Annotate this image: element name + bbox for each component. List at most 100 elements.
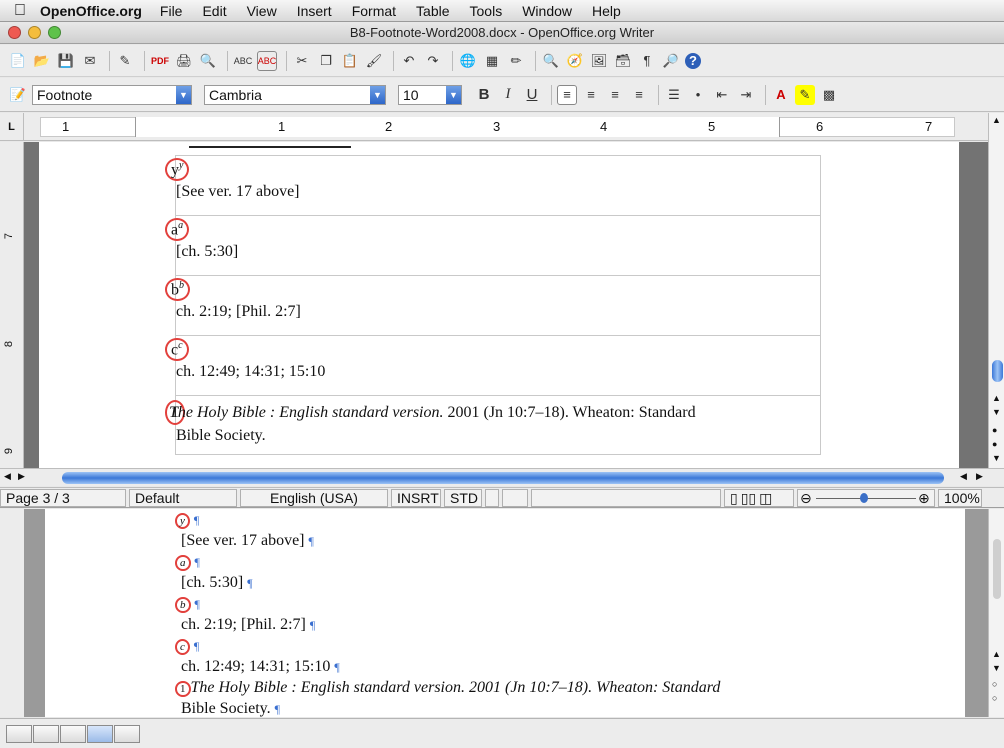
data-sources-icon[interactable]: 🗃 bbox=[613, 51, 633, 71]
book-view-icon[interactable]: ◫ bbox=[759, 490, 772, 506]
font-name-select[interactable]: Cambria ▼ bbox=[204, 84, 386, 105]
chevron-down-icon[interactable]: ▼ bbox=[446, 85, 461, 104]
clone-formatting-icon[interactable]: 🖌 bbox=[364, 51, 384, 71]
single-page-icon[interactable]: ▯ bbox=[730, 490, 738, 506]
zoom-level[interactable]: 100% bbox=[938, 488, 982, 507]
scroll-down-icon[interactable]: ▼ bbox=[992, 663, 1001, 673]
open-icon[interactable]: 📂 bbox=[32, 51, 52, 71]
apple-icon[interactable]:  bbox=[0, 2, 40, 20]
insert-mode[interactable]: INSRT bbox=[391, 488, 441, 507]
footnote-entry[interactable]: 1The Holy Bible : English standard versi… bbox=[165, 396, 820, 454]
page-style[interactable]: Default bbox=[129, 488, 237, 507]
scroll-left-icon[interactable]: ◀ bbox=[4, 471, 11, 482]
menu-help[interactable]: Help bbox=[592, 3, 621, 19]
zoom-knob[interactable] bbox=[860, 492, 868, 503]
previous-page-icon[interactable]: ○ bbox=[992, 679, 997, 689]
page-indicator[interactable]: Page 3 / 3 bbox=[0, 488, 126, 507]
footnote-entry[interactable]: aa [ch. 5:30] bbox=[165, 216, 820, 276]
document-view[interactable]: yy [See ver. 17 above] aa [ch. 5:30] bb … bbox=[24, 142, 988, 468]
hyperlink-icon[interactable]: 🌐 bbox=[458, 51, 478, 71]
selection-mode[interactable]: STD bbox=[444, 488, 482, 507]
undo-icon[interactable]: ↶ bbox=[399, 51, 419, 71]
horizontal-ruler[interactable]: L 1 1 2 3 4 5 6 7 bbox=[0, 113, 1004, 141]
chevron-down-icon[interactable]: ▼ bbox=[176, 85, 191, 104]
minimize-window-button[interactable] bbox=[28, 26, 41, 39]
menu-insert[interactable]: Insert bbox=[297, 3, 332, 19]
copy-icon[interactable]: ❐ bbox=[316, 51, 336, 71]
zoom-icon[interactable]: 🔎 bbox=[661, 51, 681, 71]
publishing-view-button[interactable] bbox=[60, 724, 86, 743]
page-preview-icon[interactable]: 🔍 bbox=[198, 51, 218, 71]
scroll-right-icon[interactable]: ▶ bbox=[976, 471, 983, 482]
hyperlink-mode[interactable] bbox=[485, 488, 499, 507]
paragraph-style-select[interactable]: Footnote ▼ bbox=[32, 84, 192, 105]
scroll-thumb[interactable] bbox=[993, 539, 1001, 599]
horizontal-scrollbar[interactable]: ◀ ▶ ◀ ▶ bbox=[0, 468, 1004, 486]
outline-view-button[interactable] bbox=[33, 724, 59, 743]
numbering-icon[interactable]: ☰ bbox=[664, 85, 684, 105]
scroll-up-icon[interactable]: ▲ bbox=[992, 393, 1001, 403]
edit-file-icon[interactable]: ✎ bbox=[115, 51, 135, 71]
tab-stop-selector[interactable]: L bbox=[0, 113, 24, 141]
redo-icon[interactable]: ↷ bbox=[423, 51, 443, 71]
styles-formatting-icon[interactable]: 📝 bbox=[8, 85, 28, 105]
document-page[interactable]: y ¶ [See ver. 17 above] ¶ a ¶ [ch. 5:30]… bbox=[45, 509, 965, 717]
menu-tools[interactable]: Tools bbox=[470, 3, 503, 19]
navigation-icon[interactable]: ● bbox=[992, 439, 997, 449]
spellcheck-icon[interactable]: ABC bbox=[233, 51, 253, 71]
print-icon[interactable]: 🖨 bbox=[174, 51, 194, 71]
draft-view-button[interactable] bbox=[6, 724, 32, 743]
italic-button[interactable]: I bbox=[498, 85, 518, 105]
menu-edit[interactable]: Edit bbox=[202, 3, 226, 19]
increase-indent-icon[interactable]: ⇥ bbox=[736, 85, 756, 105]
menu-table[interactable]: Table bbox=[416, 3, 449, 19]
document-page[interactable]: yy [See ver. 17 above] aa [ch. 5:30] bb … bbox=[39, 142, 959, 468]
cut-icon[interactable]: ✂ bbox=[292, 51, 312, 71]
word-document-view[interactable]: y ¶ [See ver. 17 above] ¶ a ¶ [ch. 5:30]… bbox=[0, 509, 1004, 717]
bold-button[interactable]: B bbox=[474, 85, 494, 105]
justify-icon[interactable]: ≡ bbox=[629, 85, 649, 105]
browse-object-icon[interactable]: ○ bbox=[992, 693, 997, 703]
menu-view[interactable]: View bbox=[247, 3, 277, 19]
zoom-slider[interactable]: ⊖ ⊕ bbox=[797, 488, 935, 507]
decrease-indent-icon[interactable]: ⇤ bbox=[712, 85, 732, 105]
bullets-icon[interactable]: • bbox=[688, 85, 708, 105]
font-size-select[interactable]: 10 ▼ bbox=[398, 84, 462, 105]
align-center-icon[interactable]: ≡ bbox=[581, 85, 601, 105]
email-icon[interactable]: ✉ bbox=[80, 51, 100, 71]
app-menu[interactable]: OpenOffice.org bbox=[40, 3, 142, 19]
language-indicator[interactable]: English (USA) bbox=[240, 488, 388, 507]
scroll-thumb[interactable] bbox=[992, 360, 1003, 382]
vertical-scrollbar-lower[interactable]: ▲ ▼ ○ ○ bbox=[988, 509, 1004, 717]
footnote-entry[interactable]: cc ch. 12:49; 14:31; 15:10 bbox=[165, 336, 820, 396]
scroll-up-icon[interactable]: ▲ bbox=[992, 649, 1001, 659]
vertical-scrollbar[interactable]: ▲ ▲ ▼ ● ● ▼ bbox=[988, 113, 1004, 470]
table-icon[interactable]: ▦ bbox=[482, 51, 502, 71]
align-right-icon[interactable]: ≡ bbox=[605, 85, 625, 105]
print-layout-button[interactable] bbox=[87, 724, 113, 743]
footnote-lines[interactable]: y ¶ [See ver. 17 above] ¶ a ¶ [ch. 5:30]… bbox=[175, 509, 720, 717]
find-replace-icon[interactable]: 🔍 bbox=[541, 51, 561, 71]
underline-button[interactable]: U bbox=[522, 85, 542, 105]
align-left-icon[interactable]: ≡ bbox=[557, 84, 577, 105]
nonprinting-characters-icon[interactable]: ¶ bbox=[637, 51, 657, 71]
close-window-button[interactable] bbox=[8, 26, 21, 39]
save-icon[interactable]: 💾 bbox=[56, 51, 76, 71]
scroll-down-icon[interactable]: ▼ bbox=[992, 407, 1001, 417]
multi-page-icon[interactable]: ▯▯ bbox=[741, 490, 756, 506]
highlighting-icon[interactable]: ✎ bbox=[795, 84, 815, 105]
previous-page-icon[interactable]: ● bbox=[992, 425, 997, 435]
scroll-up-icon[interactable]: ▲ bbox=[992, 115, 1001, 125]
scroll-left-icon[interactable]: ◀ bbox=[960, 471, 967, 482]
menu-window[interactable]: Window bbox=[522, 3, 572, 19]
new-document-icon[interactable]: 📄 bbox=[8, 51, 28, 71]
menu-file[interactable]: File bbox=[160, 3, 183, 19]
background-color-icon[interactable]: ▩ bbox=[819, 85, 839, 105]
menu-format[interactable]: Format bbox=[352, 3, 396, 19]
help-icon[interactable]: ? bbox=[685, 52, 701, 69]
font-color-icon[interactable]: A bbox=[771, 85, 791, 105]
next-page-icon[interactable]: ▼ bbox=[992, 453, 1001, 463]
chevron-down-icon[interactable]: ▼ bbox=[370, 85, 385, 104]
autospellcheck-icon[interactable]: ABC bbox=[257, 50, 277, 71]
zoom-out-icon[interactable]: ⊖ bbox=[800, 490, 812, 506]
